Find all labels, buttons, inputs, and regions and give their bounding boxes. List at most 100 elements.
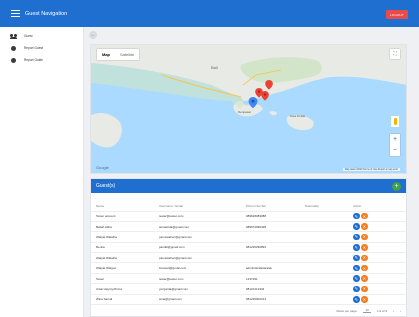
table-cell	[305, 252, 353, 264]
table-cell: Renita	[91, 242, 159, 254]
zoom-control: + −	[390, 134, 400, 156]
sidebar-item-report-guide[interactable]: Report Guide	[0, 54, 83, 66]
table-row: Wina Samal wina@gmail.com 081236902314 ✎ ✕	[91, 294, 406, 306]
page-range: 1-9 of 9	[376, 308, 387, 313]
guests-table: Name Username / Email Phone Number Natio…	[91, 201, 406, 306]
zoom-out-button[interactable]: −	[393, 147, 397, 154]
edit-icon[interactable]: ✎	[353, 233, 360, 241]
app-title: Guest Navigation	[25, 10, 68, 17]
column-header-nationality: Nationality	[305, 201, 353, 212]
delete-icon[interactable]: ✕	[361, 212, 368, 220]
table-cell: wina@gmail.com	[159, 294, 246, 306]
table-cell: tester@tester.com	[159, 211, 246, 222]
rows-per-page-select[interactable]: 10	[363, 308, 371, 313]
table-row: Bellah Altha amaetrida@gmail.com 089672096…	[91, 221, 406, 233]
table-cell: tester@tester.com	[159, 273, 246, 285]
table-header-row: Name Username / Email Phone Number Natio…	[91, 201, 406, 212]
table-cell: 089628083088	[246, 211, 305, 222]
table-cell	[305, 211, 353, 222]
delete-icon[interactable]: ✕	[361, 296, 368, 303]
table-cell: pamewaheri@gmail.com	[159, 231, 246, 243]
table-cell	[305, 273, 353, 285]
main-content: ← Denpasar Bali Nusa Penida Map Satellit…	[84, 27, 419, 317]
table-cell: 089672096428	[246, 221, 305, 233]
circle-icon	[10, 57, 16, 63]
table-cell: 081236290893	[246, 242, 305, 254]
sidebar-item-guest[interactable]: Guest	[0, 30, 83, 42]
guests-card-header: Guest(s) +	[91, 179, 406, 193]
table-cell: pandki@gmail.com	[159, 242, 246, 254]
edit-icon[interactable]: ✎	[353, 244, 360, 251]
table-cell	[305, 242, 353, 254]
column-header-action: Action	[353, 201, 406, 212]
next-page-button[interactable]: ›	[400, 309, 401, 313]
delete-icon[interactable]: ✕	[361, 275, 368, 282]
table-cell-actions: ✎ ✕	[353, 262, 406, 274]
table-row: Walpat Walatha pamewaheri@gmail.com ✎ ✕	[91, 231, 406, 243]
table-cell: Walpat Walatha	[91, 231, 159, 243]
table-row: Walpat Walgus bnowarl@gmail.com adminitara…	[91, 262, 406, 274]
table-cell-actions: ✎ ✕	[353, 221, 406, 233]
table-row: Tester tester@tester.com 1237291 ✎ ✕	[91, 273, 406, 285]
map-tab-satellite[interactable]: Satellite	[115, 49, 139, 60]
map-label-denpasar: Denpasar	[238, 110, 252, 114]
edit-icon[interactable]: ✎	[353, 212, 360, 220]
add-guest-button[interactable]: +	[392, 181, 401, 191]
fullscreen-icon[interactable]: ⛶	[390, 49, 400, 59]
table-cell: Walpat Walgus	[91, 262, 159, 274]
menu-icon[interactable]	[11, 10, 20, 17]
guests-card: Guest(s) + Name Username / Email Phone N…	[90, 178, 407, 317]
delete-icon[interactable]: ✕	[361, 223, 368, 230]
column-header-name: Name	[91, 201, 159, 212]
table-cell	[305, 221, 353, 233]
table-cell-actions: ✎ ✕	[353, 242, 406, 254]
sidebar-item-label: Guest	[24, 34, 33, 38]
prev-page-button[interactable]: ‹	[393, 309, 394, 313]
delete-icon[interactable]: ✕	[361, 285, 368, 293]
users-icon	[10, 33, 17, 39]
table-cell: Wina Samal	[91, 294, 159, 306]
delete-icon[interactable]: ✕	[361, 233, 368, 241]
edit-icon[interactable]: ✎	[353, 254, 360, 261]
delete-icon[interactable]: ✕	[361, 254, 368, 261]
delete-icon[interactable]: ✕	[361, 264, 368, 272]
top-app-bar: Guest Navigation LOGOUT	[0, 0, 419, 27]
table-cell	[246, 252, 305, 264]
table-cell	[305, 231, 353, 243]
column-header-username: Username / Email	[159, 201, 246, 212]
map-tab-map[interactable]: Map	[97, 49, 115, 60]
back-arrow-button[interactable]: ←	[89, 31, 97, 39]
edit-icon[interactable]: ✎	[353, 264, 360, 272]
delete-icon[interactable]: ✕	[361, 244, 368, 251]
edit-icon[interactable]: ✎	[353, 296, 360, 303]
sidebar: Guest Report Guest Report Guide	[0, 27, 84, 317]
map-view[interactable]: Denpasar Bali Nusa Penida Map Satellite …	[90, 44, 407, 174]
zoom-in-button[interactable]: +	[393, 136, 397, 143]
table-row: Tester account tester@tester.com 089628083…	[91, 211, 406, 222]
table-cell: yozgarda@gmail.com	[159, 283, 246, 295]
sidebar-item-label: Report Guest	[24, 46, 43, 50]
circle-icon	[10, 45, 16, 51]
sidebar-item-label: Report Guide	[24, 58, 43, 62]
pegman-icon[interactable]	[391, 116, 399, 127]
edit-icon[interactable]: ✎	[353, 285, 360, 293]
table-cell	[305, 283, 353, 295]
table-cell-actions: ✎ ✕	[353, 211, 406, 222]
table-cell: 08121212334	[246, 283, 305, 295]
table-cell: pamewaheri@gmail.com	[159, 252, 246, 264]
pagination: Rows per page: 10 1-9 of 9 ‹ ›	[91, 305, 406, 316]
table-cell: 081236902314	[246, 294, 305, 306]
edit-icon[interactable]: ✎	[353, 275, 360, 282]
table-cell-actions: ✎ ✕	[353, 231, 406, 243]
table-cell: bnowarl@gmail.com	[159, 262, 246, 274]
table-row: Renita pandki@gmail.com 081236290893 ✎ ✕	[91, 242, 406, 254]
map-label-bali: Bali	[211, 65, 218, 70]
edit-icon[interactable]: ✎	[353, 223, 360, 230]
table-row: Antai Hayruyd'hima yozgarda@gmail.com 0812…	[91, 283, 406, 295]
table-cell: Walpat Walatha	[91, 252, 159, 264]
table-cell: adminitaralaitaralan	[246, 262, 305, 274]
logout-button[interactable]: LOGOUT	[386, 10, 408, 19]
map-attribution: Map data ©2020 Terms of Use Report a map…	[342, 168, 400, 171]
sidebar-item-report-guest[interactable]: Report Guest	[0, 42, 83, 54]
table-cell-actions: ✎ ✕	[353, 283, 406, 295]
